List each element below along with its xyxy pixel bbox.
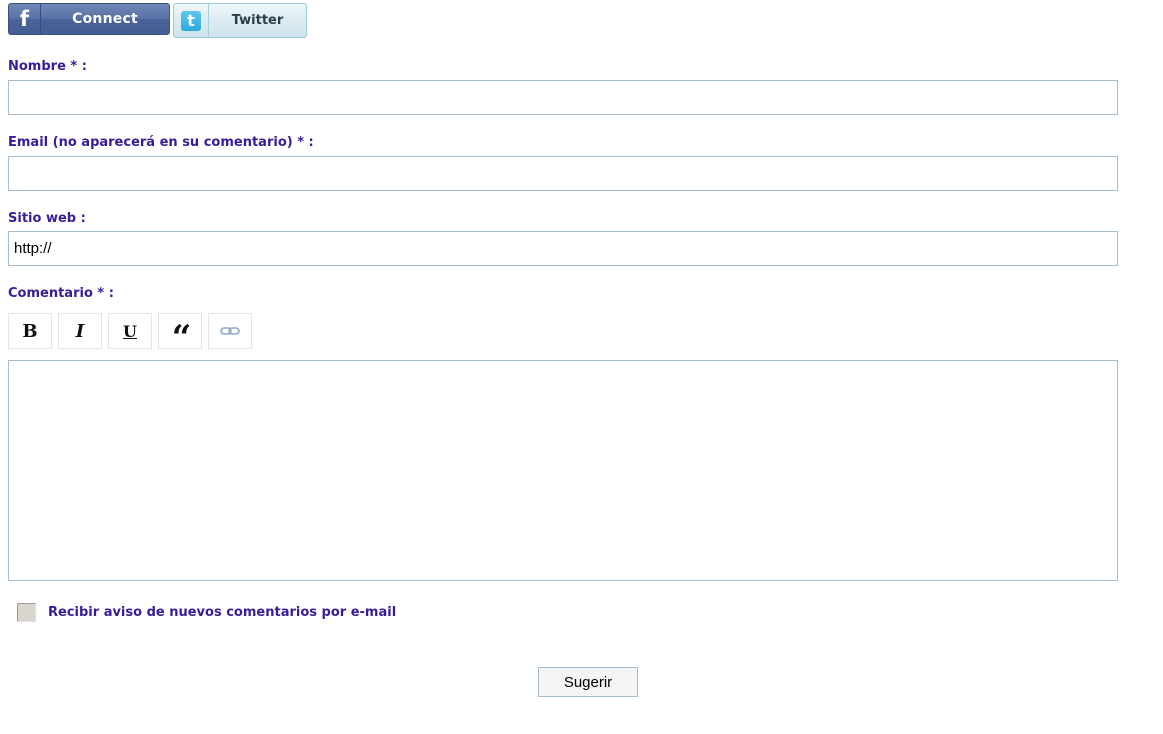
email-label: Email (no aparecerá en su comentario) * … bbox=[8, 135, 314, 150]
twitter-button[interactable]: t Twitter bbox=[173, 3, 307, 38]
link-icon bbox=[220, 326, 240, 336]
underline-button[interactable]: U bbox=[108, 313, 152, 349]
comment-form-page: f Connect t Twitter Nombre * : Email (no… bbox=[0, 0, 1163, 734]
name-input[interactable] bbox=[8, 80, 1118, 115]
website-input[interactable] bbox=[8, 231, 1118, 266]
twitter-t-icon: t bbox=[174, 4, 209, 37]
facebook-f-icon: f bbox=[9, 4, 41, 34]
comment-editor-toolbar: B I U “ bbox=[8, 313, 252, 356]
quote-button[interactable]: “ bbox=[158, 313, 202, 356]
underline-icon: U bbox=[123, 321, 137, 341]
notify-label: Recibir aviso de nuevos comentarios por … bbox=[48, 605, 397, 620]
link-button[interactable] bbox=[208, 313, 252, 349]
italic-icon: I bbox=[75, 320, 85, 342]
comment-label: Comentario * : bbox=[8, 286, 114, 301]
italic-button[interactable]: I bbox=[58, 313, 102, 349]
notify-checkbox[interactable] bbox=[17, 603, 36, 622]
bold-icon: B bbox=[22, 320, 38, 342]
quote-icon: “ bbox=[171, 318, 191, 358]
facebook-connect-label: Connect bbox=[72, 11, 138, 27]
email-input[interactable] bbox=[8, 156, 1118, 191]
name-label: Nombre * : bbox=[8, 59, 87, 74]
social-login-bar: f Connect t Twitter bbox=[8, 3, 307, 38]
facebook-connect-button[interactable]: f Connect bbox=[8, 3, 170, 35]
twitter-label: Twitter bbox=[231, 13, 284, 28]
submit-button[interactable]: Sugerir bbox=[538, 667, 638, 697]
twitter-t-glyph: t bbox=[181, 10, 201, 31]
notify-option: Recibir aviso de nuevos comentarios por … bbox=[17, 603, 396, 622]
website-label: Sitio web : bbox=[8, 211, 86, 226]
bold-button[interactable]: B bbox=[8, 313, 52, 349]
comment-textarea[interactable] bbox=[8, 360, 1118, 581]
